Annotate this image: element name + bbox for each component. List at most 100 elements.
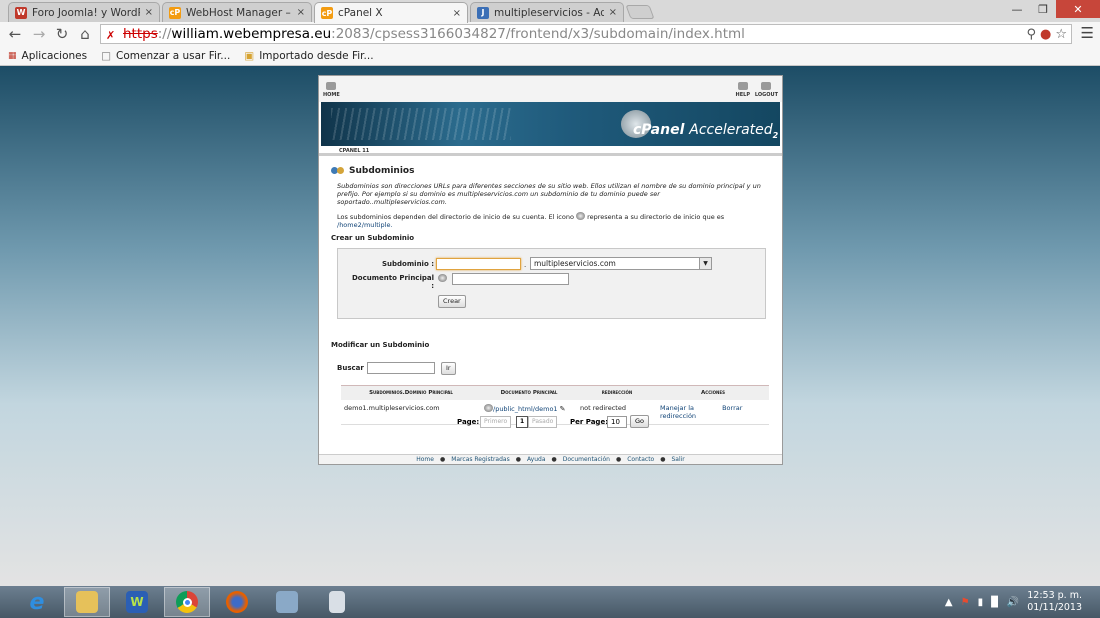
zoom-icon[interactable]: ⚲ — [1026, 26, 1036, 43]
reload-icon[interactable]: ↻ — [53, 25, 71, 43]
chrome-menu-icon[interactable]: ☰ — [1081, 24, 1094, 42]
docroot-link[interactable]: /public_html/demo1 — [493, 405, 558, 413]
calculator-icon — [329, 591, 345, 613]
url-host: william.webempresa.eu — [171, 26, 332, 42]
footer-trademarks-link[interactable]: Marcas Registradas — [451, 456, 510, 463]
page-label: Page: — [457, 418, 480, 426]
first-page-button[interactable]: Primero — [480, 416, 512, 428]
current-page[interactable]: 1 — [516, 416, 529, 428]
col-actions: Acciones — [657, 385, 769, 400]
close-tab-icon[interactable]: × — [297, 7, 305, 18]
folder-icon: ▣ — [244, 49, 255, 62]
question-icon — [737, 82, 748, 90]
power-icon[interactable]: ▮ — [978, 597, 984, 608]
taskbar-word[interactable]: W — [114, 587, 160, 617]
subdomain-content: Subdominios Subdominios son direcciones … — [319, 156, 782, 425]
volume-icon[interactable]: 🔊 — [1007, 597, 1019, 608]
logout-link[interactable]: LOGOUT — [755, 82, 778, 98]
home-directory-icon — [576, 212, 586, 220]
footer-contact-link[interactable]: Contacto — [627, 456, 654, 463]
address-bar[interactable]: ✗ https://william.webempresa.eu:2083/cps… — [100, 24, 1072, 44]
flag-icon[interactable]: ⚑ — [961, 597, 970, 608]
tab-title: Foro Joomla! y WordPress — [32, 6, 140, 19]
subdomains-icon — [331, 166, 345, 176]
col-subdomain[interactable]: Subdominios.Dominio Principal — [341, 385, 481, 400]
docroot-input[interactable] — [452, 273, 569, 285]
footer-home-link[interactable]: Home — [416, 456, 434, 463]
brand-cpanel: cPanel — [633, 122, 685, 138]
close-tab-icon[interactable]: × — [609, 7, 617, 18]
taskbar-explorer[interactable] — [64, 587, 110, 617]
root-note-post: representa a su directorio de inicio que… — [587, 213, 725, 221]
signal-icon[interactable]: ▉ — [991, 597, 999, 608]
tab-multipleservicios-admin[interactable]: J multipleservicios - Admin × — [470, 2, 624, 22]
broken-lock-icon: ✗ — [106, 29, 116, 42]
col-docroot[interactable]: Documento Principal — [481, 385, 577, 400]
help-link[interactable]: HELP — [736, 82, 750, 98]
tab-title: WebHost Manager – cp80 — [186, 6, 292, 19]
footer-docs-link[interactable]: Documentación — [563, 456, 610, 463]
tab-webhost-manager[interactable]: cP WebHost Manager – cp80 × — [162, 2, 312, 22]
col-redirect[interactable]: redirección — [577, 385, 657, 400]
footer-help-link[interactable]: Ayuda — [527, 456, 546, 463]
home-directory-path: /home2/multiple. — [337, 221, 393, 229]
show-hidden-icons-icon[interactable]: ▲ — [945, 597, 953, 608]
subdomain-label: Subdominio : — [382, 260, 434, 268]
tab-title: multipleservicios - Admin — [494, 6, 604, 19]
cpanel-brand: cPanel Accelerated2 — [633, 122, 778, 140]
bookmark-comenzar[interactable]: □ Comenzar a usar Fir... — [101, 50, 230, 62]
cpanel-footer: Home ● Marcas Registradas ● Ayuda ● Documen… — [319, 454, 782, 464]
chrome-icon — [176, 591, 198, 613]
create-button[interactable]: Crear — [438, 295, 466, 308]
last-page-button[interactable]: Pasado — [528, 416, 558, 428]
logout-label: LOGOUT — [754, 92, 778, 98]
file-explorer-icon — [76, 591, 98, 613]
dot-separator: . — [524, 261, 527, 269]
windows-taskbar: e W ▲ ⚑ ▮ ▉ 🔊 12:53 p. m. 01/11/2013 — [0, 586, 1100, 618]
footer-separator: ● — [615, 456, 622, 463]
clock[interactable]: 12:53 p. m. 01/11/2013 — [1027, 590, 1082, 614]
taskbar-chrome[interactable] — [164, 587, 210, 617]
search-go-button[interactable]: Ir — [441, 362, 456, 375]
maximize-icon[interactable]: ❐ — [1030, 0, 1056, 18]
tab-foro-joomla[interactable]: W Foro Joomla! y WordPress × — [8, 2, 160, 22]
taskbar-ie[interactable]: e — [14, 587, 60, 617]
per-page-input[interactable]: 10 — [607, 416, 627, 428]
close-tab-icon[interactable]: × — [453, 8, 461, 19]
close-tab-icon[interactable]: × — [145, 7, 153, 18]
taskbar-calculator[interactable] — [314, 587, 360, 617]
omnibox-actions: ⚲ ● ☆ — [1026, 26, 1067, 43]
taskbar-network[interactable] — [264, 587, 310, 617]
search-input[interactable] — [367, 362, 435, 374]
bookmark-importado[interactable]: ▣ Importado desde Fir... — [244, 50, 373, 62]
page-viewport: HOME HELP LOGOUT cPanel Accelerated2 CPA… — [0, 67, 1100, 586]
joomla-forum-favicon-icon: W — [15, 6, 27, 19]
url-scheme: https — [123, 26, 158, 42]
footer-separator: ● — [515, 456, 521, 463]
taskbar-firefox[interactable] — [214, 587, 260, 617]
cpanel-top-bar: HOME HELP LOGOUT — [319, 76, 782, 102]
per-page-go-button[interactable]: Go — [630, 415, 650, 428]
close-window-icon[interactable]: ✕ — [1056, 0, 1100, 18]
back-arrow-icon[interactable]: ← — [6, 25, 24, 43]
bookmark-label: Aplicaciones — [21, 49, 88, 62]
minimize-icon[interactable]: — — [1004, 0, 1030, 18]
star-bookmark-icon[interactable]: ☆ — [1055, 26, 1067, 43]
page-title: Subdominios — [331, 166, 770, 176]
forward-arrow-icon[interactable]: → — [30, 25, 48, 43]
extension-icon[interactable]: ● — [1040, 26, 1051, 43]
edit-docroot-icon[interactable]: ✎ — [560, 405, 566, 413]
cpanel-section-label: CPANEL 11 — [319, 146, 782, 156]
footer-logout-link[interactable]: Salir — [671, 456, 684, 463]
tab-cpanel-x[interactable]: cP cPanel X × — [314, 2, 468, 23]
joomla-favicon-icon: J — [477, 6, 489, 19]
delete-link[interactable]: Borrar — [722, 404, 742, 412]
browser-toolbar: ← → ↻ ⌂ ✗ https://william.webempresa.eu:… — [0, 22, 1100, 46]
home-icon[interactable]: ⌂ — [76, 25, 94, 43]
bookmark-apps[interactable]: ▦ Aplicaciones — [8, 50, 87, 62]
home-link[interactable]: HOME — [323, 82, 340, 98]
domain-select[interactable]: multipleservicios.com ▼ — [530, 257, 712, 270]
subdomain-input[interactable] — [436, 258, 521, 270]
cpanel-favicon-icon: cP — [169, 6, 181, 19]
new-tab-button[interactable] — [625, 5, 655, 19]
